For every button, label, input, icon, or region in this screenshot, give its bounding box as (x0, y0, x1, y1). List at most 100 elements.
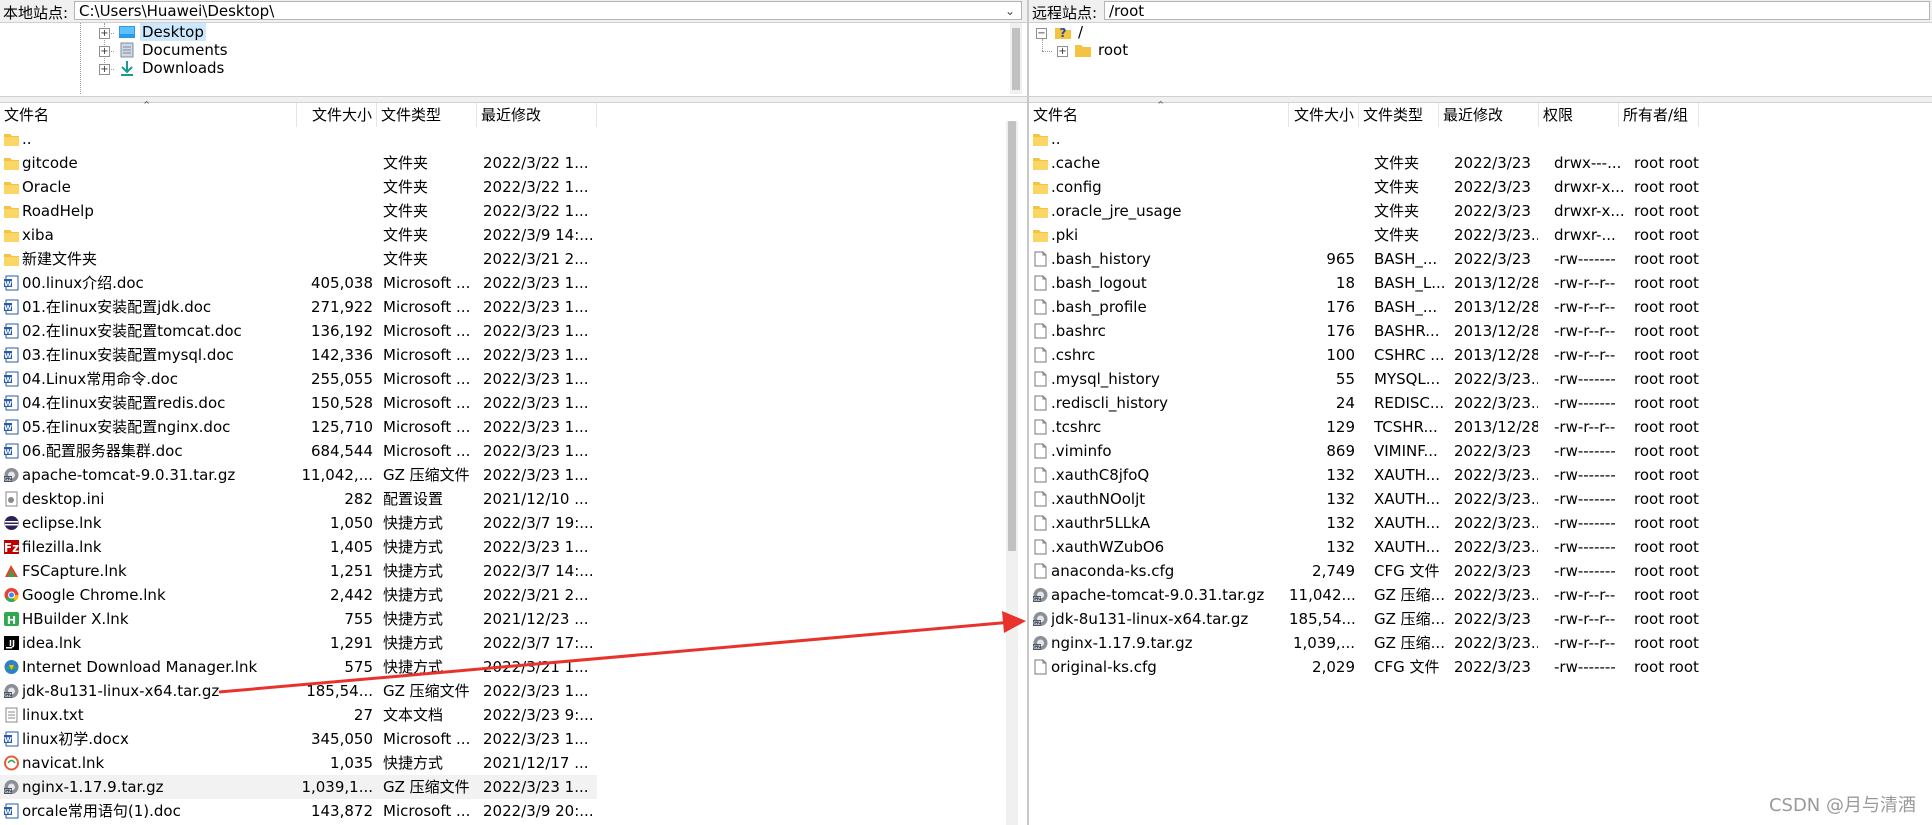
column-header-owner[interactable]: 所有者/组 (1619, 103, 1699, 127)
file-type: 配置设置 (383, 490, 444, 508)
file-row[interactable]: desktop.ini 282 配置设置 2021/12/10 ... (0, 487, 597, 511)
column-header-name[interactable]: 文件名 ⌃ (1029, 99, 1289, 127)
file-row[interactable]: .tcshrc 129 TCSHR... 2013/12/28 -rw-r--r-- ro… (1029, 415, 1709, 439)
local-pane-divider[interactable] (0, 96, 1027, 103)
file-size: 132 (1326, 490, 1355, 508)
word-document-icon: W (4, 347, 19, 363)
word-document-icon: W (4, 443, 19, 459)
file-size: 27 (353, 706, 373, 724)
file-row[interactable]: .xauthr5LLkA 132 XAUTH... 2022/3/23... -rw--… (1029, 511, 1709, 535)
file-row[interactable]: W 01.在linux安装配置jdk.doc 271,922 Microsoft ..… (0, 295, 597, 319)
file-row[interactable]: W 04.在linux安装配置redis.doc 150,528 Microsoft … (0, 391, 597, 415)
local-tree-scrollbar[interactable] (1010, 23, 1022, 94)
column-header-size[interactable]: 文件大小 (297, 103, 377, 127)
file-row[interactable]: Worcale常用语句(1).doc 143,872 Microsoft ... 20… (0, 799, 597, 823)
file-type: Microsoft ... (383, 442, 471, 460)
file-permissions: -rw-r--r-- (1554, 322, 1616, 340)
file-row[interactable]: .bash_logout 18 BASH_L... 2013/12/28 -rw-r--… (1029, 271, 1709, 295)
file-size: 271,922 (310, 298, 373, 316)
file-row[interactable]: eclipse.lnk 1,050 快捷方式 2022/3/7 19:... (0, 511, 597, 535)
file-type: XAUTH... (1374, 466, 1440, 484)
file-owner: root root (1634, 562, 1699, 580)
file-row[interactable]: .viminfo 869 VIMINF... 2022/3/23 -rw------- r… (1029, 439, 1709, 463)
file-row[interactable]: .bashrc 176 BASHR... 2013/12/28 -rw-r--r-- ro… (1029, 319, 1709, 343)
file-row[interactable]: GZ nginx-1.17.9.tar.gz 1,039,... GZ 压缩... 20… (1029, 631, 1709, 655)
file-row[interactable]: .rediscli_history 24 REDISC... 2022/3/23...… (1029, 391, 1709, 415)
expand-icon[interactable]: + (1057, 46, 1068, 57)
file-row[interactable]: 新建文件夹 文件夹 2022/3/21 2... (0, 247, 597, 271)
file-modified: 2022/3/23 (1454, 442, 1531, 460)
chevron-down-icon[interactable]: ⌄ (1005, 2, 1015, 21)
file-row[interactable]: .. (1029, 127, 1709, 151)
file-row[interactable]: W 00.linux介绍.doc 405,038 Microsoft ... 2022/… (0, 271, 597, 295)
file-size: 575 (344, 658, 373, 676)
file-type: 文件夹 (383, 250, 429, 268)
file-row[interactable]: xiba 文件夹 2022/3/9 14:... (0, 223, 597, 247)
file-row[interactable]: Wlinux初学.docx 345,050 Microsoft ... 2022/3/… (0, 727, 597, 751)
file-name: nginx-1.17.9.tar.gz (1051, 634, 1193, 652)
file-row[interactable]: .pki 文件夹 2022/3/23... drwxr-... root root (1029, 223, 1709, 247)
expand-icon[interactable]: + (99, 28, 110, 39)
file-row[interactable]: W 03.在linux安装配置mysql.doc 142,336 Microsoft … (0, 343, 597, 367)
file-row[interactable]: .oracle_jre_usage 文件夹 2022/3/23 drwxr-x... r… (1029, 199, 1709, 223)
file-row[interactable]: Google Chrome.lnk 2,442 快捷方式 2022/3/21 2... (0, 583, 597, 607)
file-name: 05.在linux安装配置nginx.doc (22, 418, 231, 436)
file-row[interactable]: GZ nginx-1.17.9.tar.gz 1,039,1... GZ 压缩文件 20… (0, 775, 597, 799)
column-header-permissions[interactable]: 权限 (1539, 103, 1619, 127)
file-row[interactable]: GZ jdk-8u131-linux-x64.tar.gz 185,54... GZ … (0, 679, 597, 703)
file-row[interactable]: RoadHelp 文件夹 2022/3/22 1... (0, 199, 597, 223)
local-path-input[interactable]: C:\Users\Huawei\Desktop\ ⌄ (74, 1, 1022, 20)
file-icon (1034, 419, 1047, 435)
file-row[interactable]: Oracle 文件夹 2022/3/22 1... (0, 175, 597, 199)
file-row[interactable]: IJ idea.lnk 1,291 快捷方式 2022/3/7 17:... (0, 631, 597, 655)
file-row[interactable]: anaconda-ks.cfg 2,749 CFG 文件 2022/3/23 -rw--… (1029, 559, 1709, 583)
remote-directory-tree: − ? / + root (1029, 23, 1932, 94)
column-header-label: 最近修改 (1443, 106, 1504, 124)
column-header-modified[interactable]: 最近修改 (1439, 103, 1539, 127)
file-name: .pki (1051, 226, 1079, 244)
local-list-scrollbar[interactable] (1006, 121, 1018, 825)
file-row[interactable]: navicat.lnk 1,035 快捷方式 2021/12/17 ... (0, 751, 597, 775)
file-row[interactable]: .xauthNOoljt 132 XAUTH... 2022/3/23... -rw--… (1029, 487, 1709, 511)
file-name: .rediscli_history (1051, 394, 1169, 412)
file-row[interactable]: .. (0, 127, 597, 151)
column-header-label: 文件大小 (311, 106, 372, 124)
file-size: 18 (1335, 274, 1355, 292)
file-row[interactable]: .xauthC8jfoQ 132 XAUTH... 2022/3/23... -rw--… (1029, 463, 1709, 487)
file-permissions: -rw------- (1554, 370, 1616, 388)
file-row[interactable]: W 05.在linux安装配置nginx.doc 125,710 Microsoft … (0, 415, 597, 439)
file-row[interactable]: H HBuilder X.lnk 755 快捷方式 2021/12/23 ... (0, 607, 597, 631)
collapse-icon[interactable]: − (1036, 28, 1047, 39)
file-row[interactable]: .cache 文件夹 2022/3/23 drwx---... root root (1029, 151, 1709, 175)
file-row[interactable]: .cshrc 100 CSHRC ... 2013/12/28 -rw-r--r-- ro… (1029, 343, 1709, 367)
column-header-type[interactable]: 文件类型 (377, 103, 477, 127)
file-row[interactable]: .bash_history 965 BASH_... 2022/3/23 -rw----… (1029, 247, 1709, 271)
column-header-type[interactable]: 文件类型 (1359, 103, 1439, 127)
scroll-thumb[interactable] (1008, 121, 1016, 551)
file-row[interactable]: GZ apache-tomcat-9.0.31.tar.gz 11,042... GZ… (1029, 583, 1709, 607)
expand-icon[interactable]: + (99, 64, 110, 75)
expand-icon[interactable]: + (99, 46, 110, 57)
file-row[interactable]: W 04.Linux常用命令.doc 255,055 Microsoft ... 202… (0, 367, 597, 391)
file-row[interactable]: GZ jdk-8u131-linux-x64.tar.gz 185,54... GZ … (1029, 607, 1709, 631)
file-row[interactable]: Internet Download Manager.lnk 575 快捷方式 2022… (0, 655, 597, 679)
file-row[interactable]: .bash_profile 176 BASH_... 2013/12/28 -rw-r-… (1029, 295, 1709, 319)
column-header-size[interactable]: 文件大小 (1289, 103, 1359, 127)
file-row[interactable]: W 06.配置服务器集群.doc 684,544 Microsoft ... 2022/… (0, 439, 597, 463)
file-row[interactable]: W 02.在linux安装配置tomcat.doc 136,192 Microsoft… (0, 319, 597, 343)
file-modified: 2013/12/28 (1454, 322, 1538, 340)
remote-path-input[interactable]: /root (1104, 1, 1930, 20)
file-row[interactable]: original-ks.cfg 2,029 CFG 文件 2022/3/23 -rw--… (1029, 655, 1709, 679)
folder-icon (4, 230, 19, 242)
file-row[interactable]: GZ apache-tomcat-9.0.31.tar.gz 11,042,... G… (0, 463, 597, 487)
file-size: 132 (1326, 466, 1355, 484)
column-header-name[interactable]: 文件名 ⌃ (0, 99, 297, 127)
file-row[interactable]: linux.txt 27 文本文档 2022/3/23 9:... (0, 703, 597, 727)
file-row[interactable]: gitcode 文件夹 2022/3/22 1... (0, 151, 597, 175)
file-row[interactable]: .mysql_history 55 MYSQL... 2022/3/23... -rw-… (1029, 367, 1709, 391)
file-row[interactable]: .config 文件夹 2022/3/23 drwxr-x... root root (1029, 175, 1709, 199)
file-row[interactable]: Fz filezilla.lnk 1,405 快捷方式 2022/3/23 1... (0, 535, 597, 559)
column-header-modified[interactable]: 最近修改 (477, 103, 597, 127)
file-row[interactable]: .xauthWZubO6 132 XAUTH... 2022/3/23... -rw--… (1029, 535, 1709, 559)
file-row[interactable]: FSCapture.lnk 1,251 快捷方式 2022/3/7 14:... (0, 559, 597, 583)
